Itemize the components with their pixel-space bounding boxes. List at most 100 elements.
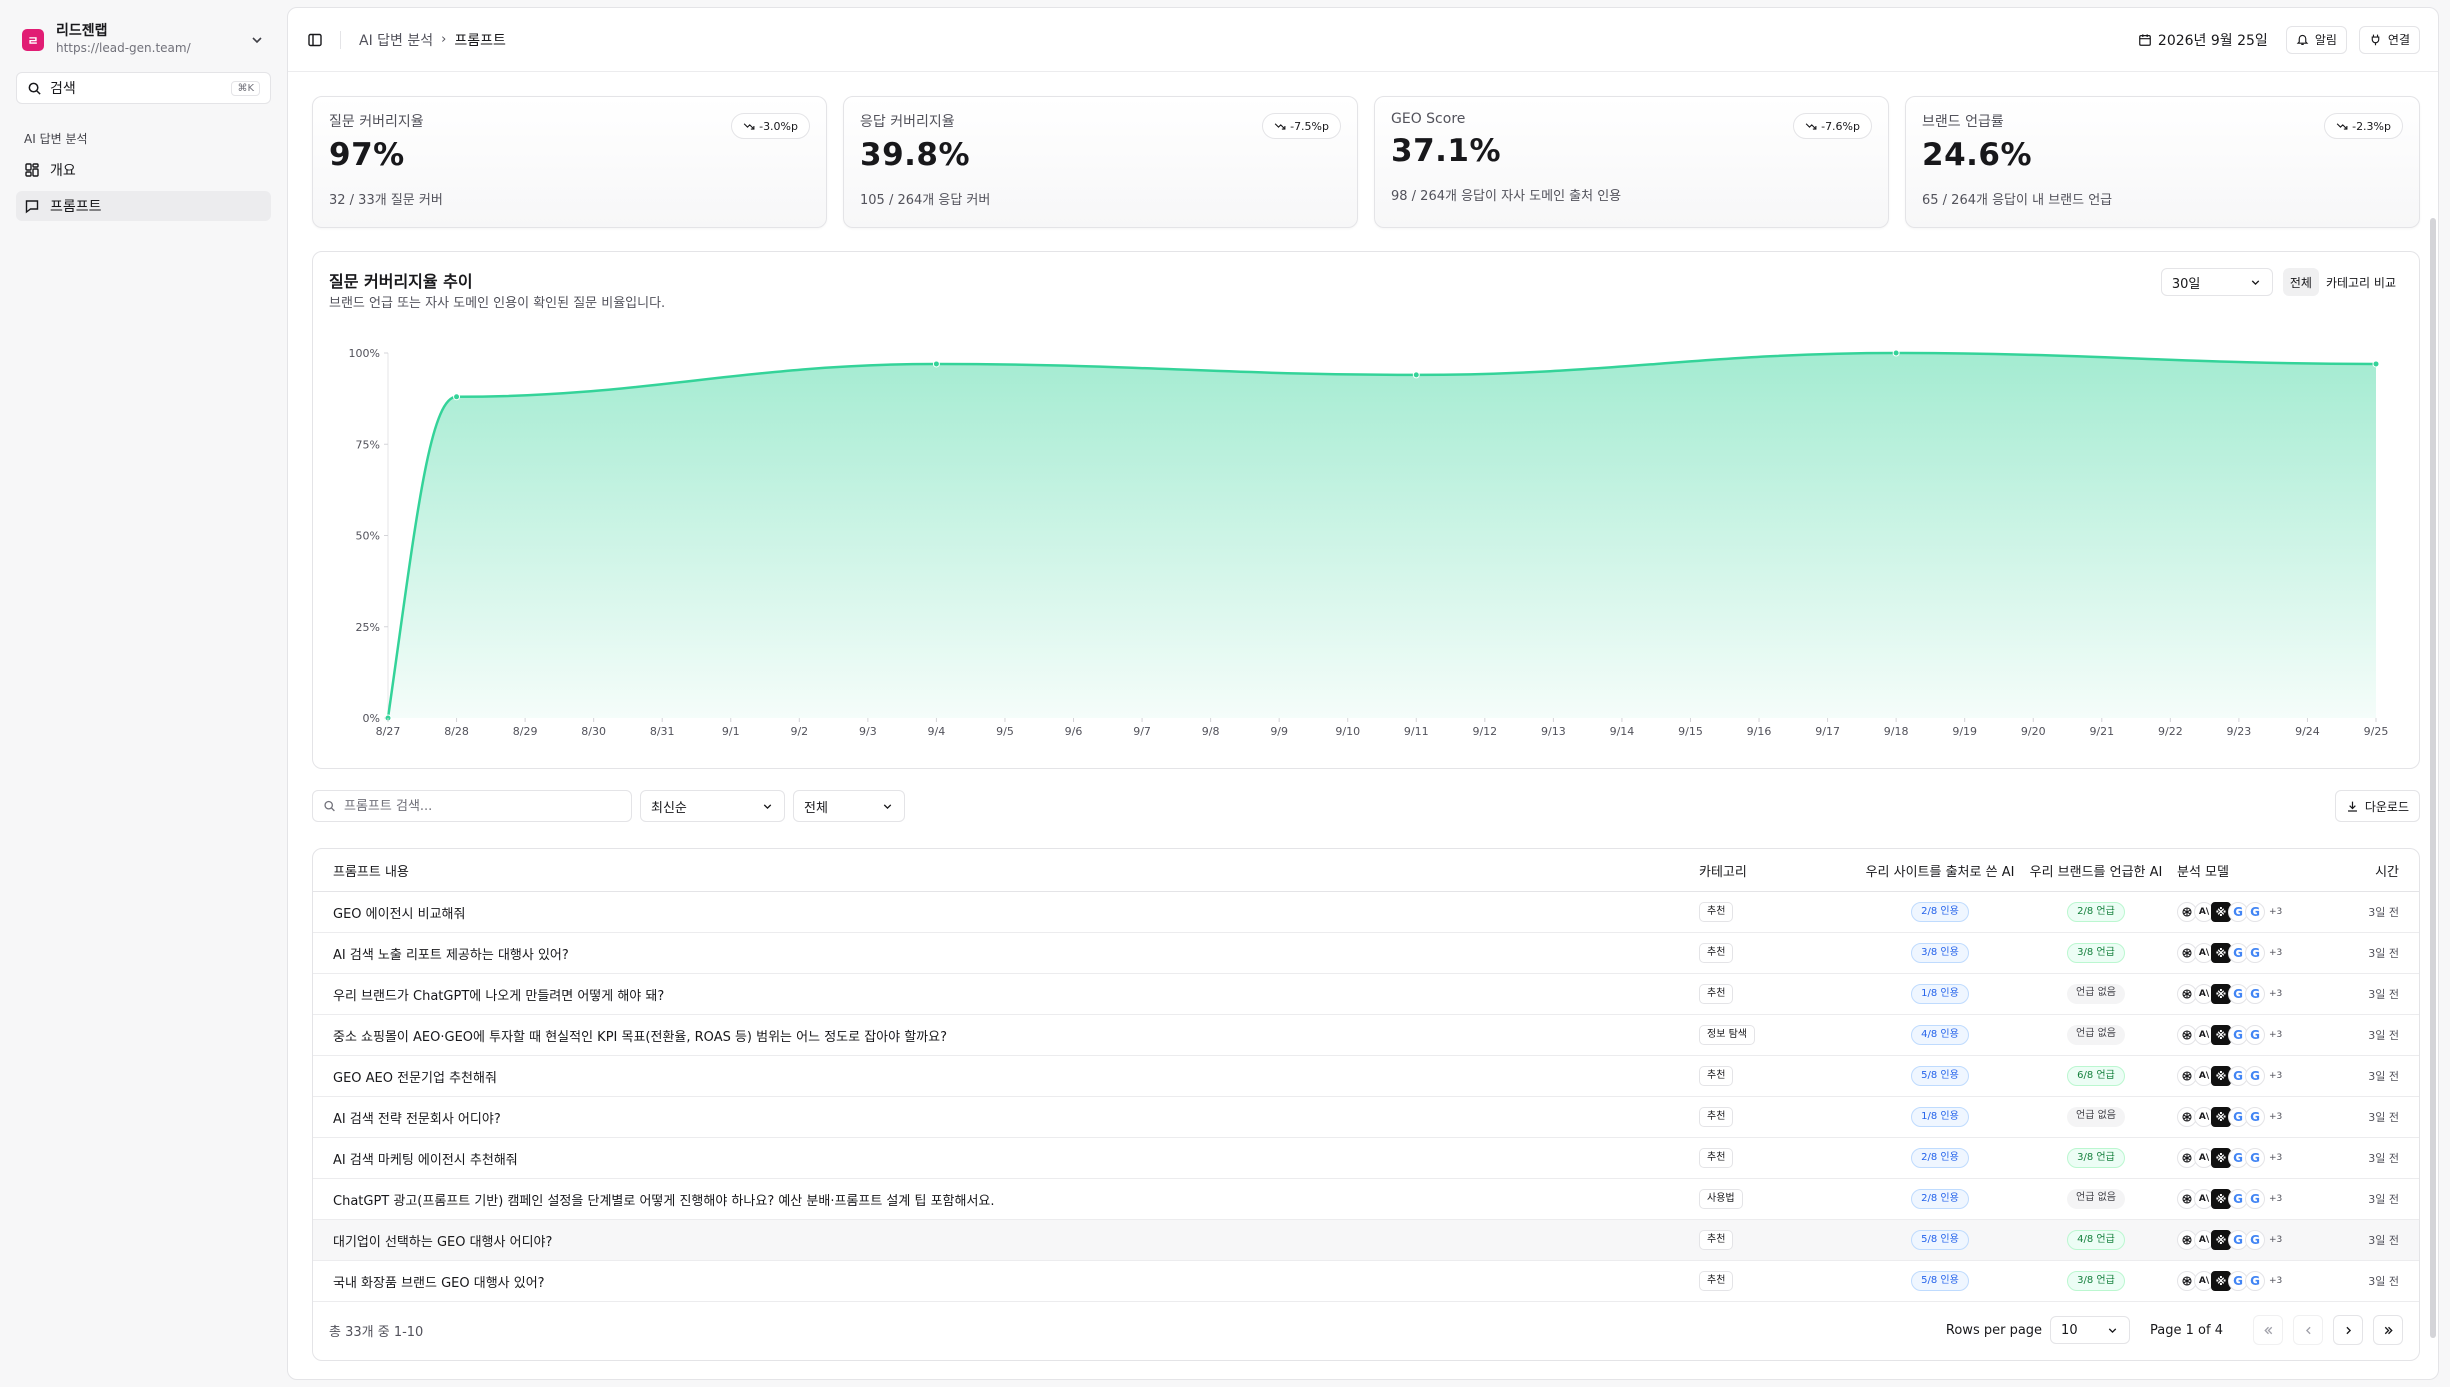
trending-down-icon <box>743 123 755 130</box>
sort-select[interactable]: 최신순 <box>640 790 785 822</box>
citation-badge: 2/8 인용 <box>1911 902 1969 922</box>
chevrons-left-icon <box>2263 1326 2272 1334</box>
y-tick-label: 50% <box>356 530 380 543</box>
breadcrumb-parent[interactable]: AI 답변 분석 <box>359 30 433 50</box>
kpi-delta-badge: -7.5%p <box>1262 113 1341 139</box>
prev-page-button[interactable] <box>2293 1315 2323 1345</box>
main-panel: AI 답변 분석 › 프롬프트 2026년 9월 25일 알림 연결 질문 커버… <box>287 7 2439 1380</box>
area-fill <box>388 353 2376 718</box>
more-models-count: +3 <box>2269 1153 2283 1163</box>
sidebar-toggle-button[interactable] <box>304 29 326 51</box>
category-select-value: 전체 <box>804 800 828 816</box>
connect-button[interactable]: 연결 <box>2358 25 2420 54</box>
brand-cell: 4/8 언급 <box>2021 1230 2171 1250</box>
kpi-value: 37.1% <box>1391 133 1502 169</box>
prompt-search-input[interactable] <box>344 798 621 814</box>
coverage-trend-chart: 0%25%50%75%100% 8/27 8/28 8/29 8/30 8/31 9/1 9… <box>349 347 2389 738</box>
category-cell: 추천 <box>1699 1230 1859 1250</box>
column-header-prompt[interactable]: 프롬프트 내용 <box>313 861 1699 880</box>
column-header-category[interactable]: 카테고리 <box>1699 861 1859 880</box>
kpi-delta: -3.0%p <box>759 119 798 133</box>
category-badge: 사용법 <box>1699 1189 1743 1209</box>
brand-cell: 3/8 언급 <box>2021 1148 2171 1168</box>
citation-badge: 5/8 인용 <box>1911 1230 1969 1250</box>
alerts-button[interactable]: 알림 <box>2285 25 2347 54</box>
category-cell: 추천 <box>1699 984 1859 1004</box>
first-page-button[interactable] <box>2253 1315 2283 1345</box>
divider <box>340 30 341 49</box>
search-shortcut: ⌘K <box>231 80 260 96</box>
brand-mention-badge: 언급 없음 <box>2067 984 2125 1004</box>
model-icons: A\ ※ G G +3 <box>2177 1230 2321 1250</box>
team-switcher[interactable]: ㄹ 리드젠랩 https://lead-gen.team/ <box>16 14 271 66</box>
x-tick-label: 9/16 <box>1747 725 1772 738</box>
models-cell: A\ ※ G G +3 <box>2171 1107 2321 1127</box>
kpi-card-geo-score: GEO Score 37.1% 98 / 264개 응답이 자사 도메인 출처 … <box>1374 96 1889 228</box>
time-cell: 3일 전 <box>2368 1193 2399 1206</box>
table-row[interactable]: 대기업이 선택하는 GEO 대행사 어디야? 추천 5/8 인용 4/8 언급 A\ ※ G… <box>313 1220 2419 1261</box>
model-icons: A\ ※ G G +3 <box>2177 1189 2321 1209</box>
sidebar-item-prompts[interactable]: 프롬프트 <box>16 191 271 221</box>
brand-mention-badge: 2/8 언급 <box>2067 902 2125 922</box>
prompt-text: 대기업이 선택하는 GEO 대행사 어디야? <box>333 1234 553 1250</box>
category-cell: 추천 <box>1699 902 1859 922</box>
brand-cell: 3/8 언급 <box>2021 943 2171 963</box>
scrollbar-thumb[interactable] <box>2430 218 2436 1338</box>
segment-all[interactable]: 전체 <box>2282 268 2319 296</box>
models-cell: A\ ※ G G +3 <box>2171 1066 2321 1086</box>
table-row[interactable]: GEO 에이전시 비교해줘 추천 2/8 인용 2/8 언급 A\ ※ G G +3 3일 전 <box>313 892 2419 933</box>
gemini-icon: G <box>2245 1189 2265 1209</box>
category-cell: 추천 <box>1699 1271 1859 1291</box>
category-cell: 추천 <box>1699 1107 1859 1127</box>
table-row[interactable]: 중소 쇼핑몰이 AEO·GEO에 투자할 때 현실적인 KPI 목표(전환율, … <box>313 1015 2419 1056</box>
table-row[interactable]: AI 검색 마케팅 에이전시 추천해줘 추천 2/8 인용 3/8 언급 A\ ※ G G +3… <box>313 1138 2419 1179</box>
column-header-brand[interactable]: 우리 브랜드를 언급한 AI <box>2021 861 2171 880</box>
table-row[interactable]: GEO AEO 전문기업 추천해줘 추천 5/8 인용 6/8 언급 A\ ※ G G +3 3일… <box>313 1056 2419 1097</box>
kpi-delta-badge: -3.0%p <box>731 113 810 139</box>
sidebar-search-label: 검색 <box>50 81 76 97</box>
top-bar-actions: 2026년 9월 25일 알림 연결 <box>2138 25 2420 54</box>
cited-cell: 4/8 인용 <box>1859 1025 2021 1045</box>
column-header-models[interactable]: 분석 모델 <box>2171 861 2321 880</box>
citation-badge: 5/8 인용 <box>1911 1271 1969 1291</box>
sidebar-search[interactable]: 검색 ⌘K <box>16 72 271 104</box>
range-select[interactable]: 30일 <box>2160 268 2273 296</box>
breadcrumb-separator-icon: › <box>441 32 447 47</box>
column-header-cited[interactable]: 우리 사이트를 출처로 쓴 AI <box>1859 861 2021 880</box>
table-row[interactable]: ChatGPT 광고(프롬프트 기반) 캠페인 설정을 단계별로 어떻게 진행해… <box>313 1179 2419 1220</box>
table-row[interactable]: 국내 화장품 브랜드 GEO 대행사 있어? 추천 5/8 인용 3/8 언급 A\ ※ G… <box>313 1261 2419 1302</box>
x-tick-label: 9/25 <box>2364 725 2389 738</box>
chevron-down-icon <box>2108 1327 2117 1333</box>
chevron-down-icon[interactable] <box>249 32 265 48</box>
brand-mention-badge: 3/8 언급 <box>2067 1148 2125 1168</box>
table-row[interactable]: AI 검색 전략 전문회사 어디야? 추천 1/8 인용 언급 없음 A\ ※ G G +3 3일… <box>313 1097 2419 1138</box>
models-cell: A\ ※ G G +3 <box>2171 1189 2321 1209</box>
brand-cell: 3/8 언급 <box>2021 1271 2171 1291</box>
kpi-card-brand-mention: 브랜드 언급률 24.6% 65 / 264개 응답이 내 브랜드 언급 -2.… <box>1905 96 2420 228</box>
category-cell: 추천 <box>1699 1148 1859 1168</box>
table-row[interactable]: AI 검색 노출 리포트 제공하는 대행사 있어? 추천 3/8 인용 3/8 언급 A… <box>313 933 2419 974</box>
prompt-search[interactable] <box>312 790 632 822</box>
brand-cell: 6/8 언급 <box>2021 1066 2171 1086</box>
time-cell: 3일 전 <box>2368 1275 2399 1288</box>
prompt-text: AI 검색 마케팅 에이전시 추천해줘 <box>333 1152 518 1168</box>
chevron-right-icon <box>2345 1326 2351 1334</box>
date-display[interactable]: 2026년 9월 25일 <box>2138 30 2268 50</box>
category-select[interactable]: 전체 <box>793 790 905 822</box>
trending-down-icon <box>1805 123 1817 130</box>
kpi-subtext: 105 / 264개 응답 커버 <box>860 193 991 208</box>
rows-per-page-select[interactable]: 10 <box>2050 1316 2131 1344</box>
more-models-count: +3 <box>2269 1194 2283 1204</box>
last-page-button[interactable] <box>2373 1315 2403 1345</box>
sidebar-item-overview[interactable]: 개요 <box>16 155 271 185</box>
brand-mention-badge: 언급 없음 <box>2067 1025 2125 1045</box>
more-models-count: +3 <box>2269 1030 2283 1040</box>
cited-cell: 5/8 인용 <box>1859 1271 2021 1291</box>
x-tick-label: 9/12 <box>1472 725 1497 738</box>
download-button[interactable]: 다운로드 <box>2334 790 2420 822</box>
segment-category-compare[interactable]: 카테고리 비교 <box>2319 268 2403 296</box>
column-header-time[interactable]: 시간 <box>2321 861 2419 880</box>
next-page-button[interactable] <box>2333 1315 2363 1345</box>
table-row[interactable]: 우리 브랜드가 ChatGPT에 나오게 만들려면 어떻게 해야 돼? 추천 1/8… <box>313 974 2419 1015</box>
chevron-down-icon <box>883 803 892 809</box>
